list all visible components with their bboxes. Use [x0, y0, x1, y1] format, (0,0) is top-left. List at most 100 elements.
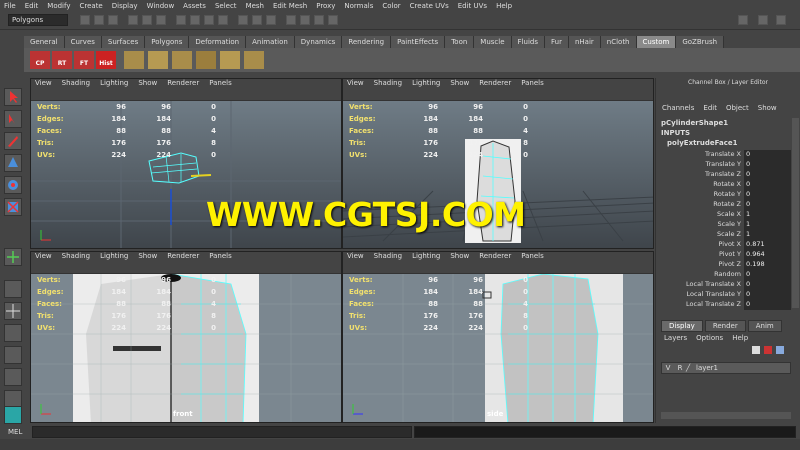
attr-pivot-y[interactable]: Pivot Y 0.964	[656, 250, 791, 260]
menu-modify[interactable]: Modify	[47, 2, 70, 10]
tab-display[interactable]: Display	[661, 320, 703, 332]
attr-value[interactable]: 0	[744, 180, 791, 190]
snap-curve-icon[interactable]	[252, 15, 262, 25]
attr-value[interactable]: 0	[744, 190, 791, 200]
vp-menu-view[interactable]: View	[347, 252, 364, 262]
command-input[interactable]	[32, 426, 412, 438]
vp-menu-panels[interactable]: Panels	[209, 252, 232, 262]
le-menu-layers[interactable]: Layers	[664, 334, 687, 342]
menu-edit[interactable]: Edit	[25, 2, 39, 10]
attr-value[interactable]: 0	[744, 160, 791, 170]
attr-value[interactable]: 0	[744, 270, 791, 280]
vp-menu-view[interactable]: View	[35, 79, 52, 89]
attr-value[interactable]: 1	[744, 210, 791, 220]
move-tool-icon[interactable]	[4, 154, 22, 172]
tool-settings-toggle-icon[interactable]	[776, 15, 786, 25]
layer-editor-scrollbar[interactable]	[661, 412, 791, 419]
select-tool-icon[interactable]	[4, 88, 22, 106]
attribute-editor-toggle-icon[interactable]	[758, 15, 768, 25]
viewport-toolbar[interactable]	[31, 89, 341, 101]
vp-menu-renderer[interactable]: Renderer	[479, 252, 511, 262]
new-layer-selected-icon[interactable]	[764, 346, 772, 354]
render-icon[interactable]	[300, 15, 310, 25]
attr-value[interactable]: 0.198	[744, 260, 791, 270]
command-language-label[interactable]: MEL	[8, 428, 22, 436]
select-component-icon[interactable]	[156, 15, 166, 25]
layout-hypershade-icon[interactable]	[4, 406, 22, 424]
shape-node-name[interactable]: pCylinderShape1	[661, 119, 728, 127]
shelf-tab-fluids[interactable]: Fluids	[511, 36, 545, 48]
shelf-button-cp[interactable]: CP	[30, 51, 50, 69]
shelf-button-hist[interactable]: Hist	[96, 51, 116, 69]
attr-translate-z[interactable]: Translate Z0	[656, 170, 791, 180]
cb-menu-channels[interactable]: Channels	[662, 104, 694, 114]
viewport-toolbar[interactable]	[343, 262, 653, 274]
attr-rotate-x[interactable]: Rotate X0	[656, 180, 791, 190]
attr-pivot-z[interactable]: Pivot Z 0.198	[656, 260, 791, 270]
render-settings-icon[interactable]	[328, 15, 338, 25]
attr-translate-x[interactable]: Translate X0	[656, 150, 791, 160]
vp-menu-view[interactable]: View	[347, 79, 364, 89]
shelf-button-rt[interactable]: RT	[52, 51, 72, 69]
attr-local-translate-x[interactable]: Local Translate X0	[656, 280, 791, 290]
menu-proxy[interactable]: Proxy	[316, 2, 335, 10]
shelf-cube-icon-5[interactable]	[220, 51, 240, 69]
ipr-render-icon[interactable]	[314, 15, 324, 25]
attr-rotate-y[interactable]: Rotate Y0	[656, 190, 791, 200]
face-mask-icon[interactable]	[204, 15, 214, 25]
menu-color[interactable]: Color	[382, 2, 400, 10]
shelf-tab-animation[interactable]: Animation	[246, 36, 295, 48]
attr-value[interactable]: 0	[744, 300, 791, 310]
paint-select-tool-icon[interactable]	[4, 132, 22, 150]
shelf-button-ft[interactable]: FT	[74, 51, 94, 69]
attr-scale-y[interactable]: Scale Y1	[656, 220, 791, 230]
vp-menu-show[interactable]: Show	[450, 252, 469, 262]
attr-value[interactable]: 0	[744, 290, 791, 300]
shelf-tab-general[interactable]: General	[24, 36, 65, 48]
vp-menu-lighting[interactable]: Lighting	[100, 252, 128, 262]
history-icon[interactable]	[286, 15, 296, 25]
snap-point-icon[interactable]	[266, 15, 276, 25]
viewport-toolbar[interactable]	[31, 262, 341, 274]
menu-display[interactable]: Display	[112, 2, 138, 10]
shelf-tab-rendering[interactable]: Rendering	[342, 36, 392, 48]
vp-menu-renderer[interactable]: Renderer	[167, 79, 199, 89]
layout-two-stacked-icon[interactable]	[4, 346, 22, 364]
shelf-cube-icon-4[interactable]	[196, 51, 216, 69]
open-scene-icon[interactable]	[94, 15, 104, 25]
shelf-tab-toon[interactable]: Toon	[445, 36, 475, 48]
layer-name[interactable]: layer1	[696, 364, 718, 372]
shelf-tab-muscle[interactable]: Muscle	[474, 36, 512, 48]
attr-value[interactable]: 0	[744, 280, 791, 290]
attr-value[interactable]: 0.964	[744, 250, 791, 260]
attr-pivot-x[interactable]: Pivot X 0.871	[656, 240, 791, 250]
cb-menu-object[interactable]: Object	[726, 104, 749, 114]
layer-color-swatch-icon[interactable]: ╱	[686, 364, 696, 372]
attr-value[interactable]: 1	[744, 230, 791, 240]
shelf-tab-curves[interactable]: Curves	[64, 36, 102, 48]
tab-render[interactable]: Render	[704, 320, 746, 332]
attr-local-translate-z[interactable]: Local Translate Z0	[656, 300, 791, 310]
layout-two-side-icon[interactable]	[4, 324, 22, 342]
channel-box-toggle-icon[interactable]	[738, 15, 748, 25]
edge-mask-icon[interactable]	[190, 15, 200, 25]
layer-reference-toggle[interactable]: R	[674, 364, 686, 372]
shelf-tab-gozbrush[interactable]: GoZBrush	[676, 36, 725, 48]
vp-menu-panels[interactable]: Panels	[209, 79, 232, 89]
vertex-mask-icon[interactable]	[176, 15, 186, 25]
vp-menu-shading[interactable]: Shading	[62, 252, 90, 262]
vp-menu-show[interactable]: Show	[138, 252, 157, 262]
viewport-side[interactable]: View Shading Lighting Show Renderer Pane…	[342, 251, 654, 423]
attr-local-translate-y[interactable]: Local Translate Y0	[656, 290, 791, 300]
layer-row-layer1[interactable]: V R ╱ layer1	[661, 362, 791, 374]
menu-mesh[interactable]: Mesh	[246, 2, 264, 10]
le-menu-options[interactable]: Options	[696, 334, 723, 342]
new-scene-icon[interactable]	[80, 15, 90, 25]
vp-menu-lighting[interactable]: Lighting	[412, 79, 440, 89]
rotate-tool-icon[interactable]	[4, 176, 22, 194]
vp-menu-show[interactable]: Show	[450, 79, 469, 89]
vp-menu-view[interactable]: View	[35, 252, 52, 262]
shelf-tab-polygons[interactable]: Polygons	[145, 36, 190, 48]
shelf-tab-ncloth[interactable]: nCloth	[600, 36, 637, 48]
viewport-front[interactable]: View Shading Lighting Show Renderer Pane…	[30, 251, 342, 423]
